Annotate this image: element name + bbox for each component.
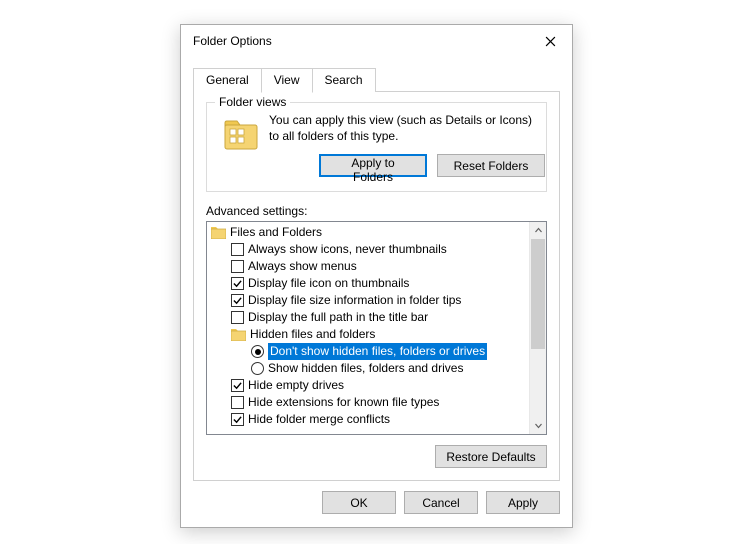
ok-button[interactable]: OK: [322, 491, 396, 514]
close-icon: [545, 36, 556, 47]
group-hidden-files[interactable]: Hidden files and folders: [211, 326, 529, 343]
radio-icon: [251, 362, 264, 375]
close-button[interactable]: [528, 26, 572, 56]
cancel-button[interactable]: Cancel: [404, 491, 478, 514]
folder-views-group: Folder views You can apply thi: [206, 102, 547, 192]
tab-view[interactable]: View: [261, 68, 313, 93]
folder-options-dialog: Folder Options General View Search Folde…: [180, 24, 573, 528]
window-title: Folder Options: [193, 34, 528, 48]
radio-icon: [251, 345, 264, 358]
tree-root-files-folders[interactable]: Files and Folders: [211, 224, 529, 241]
option-hide-empty-drives[interactable]: Hide empty drives: [211, 377, 529, 394]
folder-icon: [211, 226, 226, 239]
advanced-settings-tree: Files and Folders Always show icons, nev…: [206, 221, 547, 435]
scroll-up-button[interactable]: [530, 222, 546, 239]
tree-label: Files and Folders: [230, 224, 322, 241]
chevron-down-icon: [535, 422, 542, 429]
checkbox-icon: [231, 396, 244, 409]
tree-label: Always show icons, never thumbnails: [248, 241, 447, 258]
scroll-down-button[interactable]: [530, 417, 546, 434]
tree-label: Hide extensions for known file types: [248, 394, 439, 411]
tab-search[interactable]: Search: [312, 68, 376, 92]
tree-label: Hide empty drives: [248, 377, 344, 394]
tab-general[interactable]: General: [193, 68, 262, 92]
tabpage-view: Folder views You can apply thi: [193, 91, 560, 481]
option-hide-extensions[interactable]: Hide extensions for known file types: [211, 394, 529, 411]
checkbox-icon: [231, 379, 244, 392]
scroll-track[interactable]: [530, 239, 546, 417]
option-full-path-titlebar[interactable]: Display the full path in the title bar: [211, 309, 529, 326]
scroll-thumb[interactable]: [531, 239, 545, 349]
tree-label: Don't show hidden files, folders or driv…: [268, 343, 487, 360]
checkbox-icon: [231, 243, 244, 256]
folder-views-description: You can apply this view (such as Details…: [269, 113, 545, 144]
folder-views-icon: [223, 117, 259, 153]
folder-icon: [231, 328, 246, 341]
apply-button[interactable]: Apply: [486, 491, 560, 514]
restore-defaults-button[interactable]: Restore Defaults: [435, 445, 547, 468]
option-hide-merge-conflicts[interactable]: Hide folder merge conflicts: [211, 411, 529, 428]
advanced-settings-label: Advanced settings:: [206, 204, 547, 218]
checkbox-icon: [231, 260, 244, 273]
checkbox-icon: [231, 311, 244, 324]
vertical-scrollbar[interactable]: [529, 222, 546, 434]
tree-label: Display the full path in the title bar: [248, 309, 428, 326]
tree-body[interactable]: Files and Folders Always show icons, nev…: [207, 222, 529, 434]
option-dont-show-hidden[interactable]: Don't show hidden files, folders or driv…: [211, 343, 529, 360]
tabstrip: General View Search: [193, 67, 560, 92]
checkbox-icon: [231, 277, 244, 290]
option-always-show-menus[interactable]: Always show menus: [211, 258, 529, 275]
apply-to-folders-button[interactable]: Apply to Folders: [319, 154, 427, 177]
option-always-show-icons[interactable]: Always show icons, never thumbnails: [211, 241, 529, 258]
reset-folders-button[interactable]: Reset Folders: [437, 154, 545, 177]
option-show-hidden[interactable]: Show hidden files, folders and drives: [211, 360, 529, 377]
tree-label: Display file size information in folder …: [248, 292, 461, 309]
option-file-size-tips[interactable]: Display file size information in folder …: [211, 292, 529, 309]
checkbox-icon: [231, 413, 244, 426]
tree-label: Hidden files and folders: [250, 326, 375, 343]
dialog-button-row: OK Cancel Apply: [181, 481, 572, 526]
titlebar: Folder Options: [181, 25, 572, 57]
tree-label: Hide folder merge conflicts: [248, 411, 390, 428]
checkbox-icon: [231, 294, 244, 307]
tabs-area: General View Search Folder views: [181, 57, 572, 481]
folder-views-legend: Folder views: [215, 95, 290, 109]
tree-label: Show hidden files, folders and drives: [268, 360, 463, 377]
tree-label: Always show menus: [248, 258, 357, 275]
tree-label: Display file icon on thumbnails: [248, 275, 409, 292]
option-file-icon-thumbnails[interactable]: Display file icon on thumbnails: [211, 275, 529, 292]
chevron-up-icon: [535, 227, 542, 234]
